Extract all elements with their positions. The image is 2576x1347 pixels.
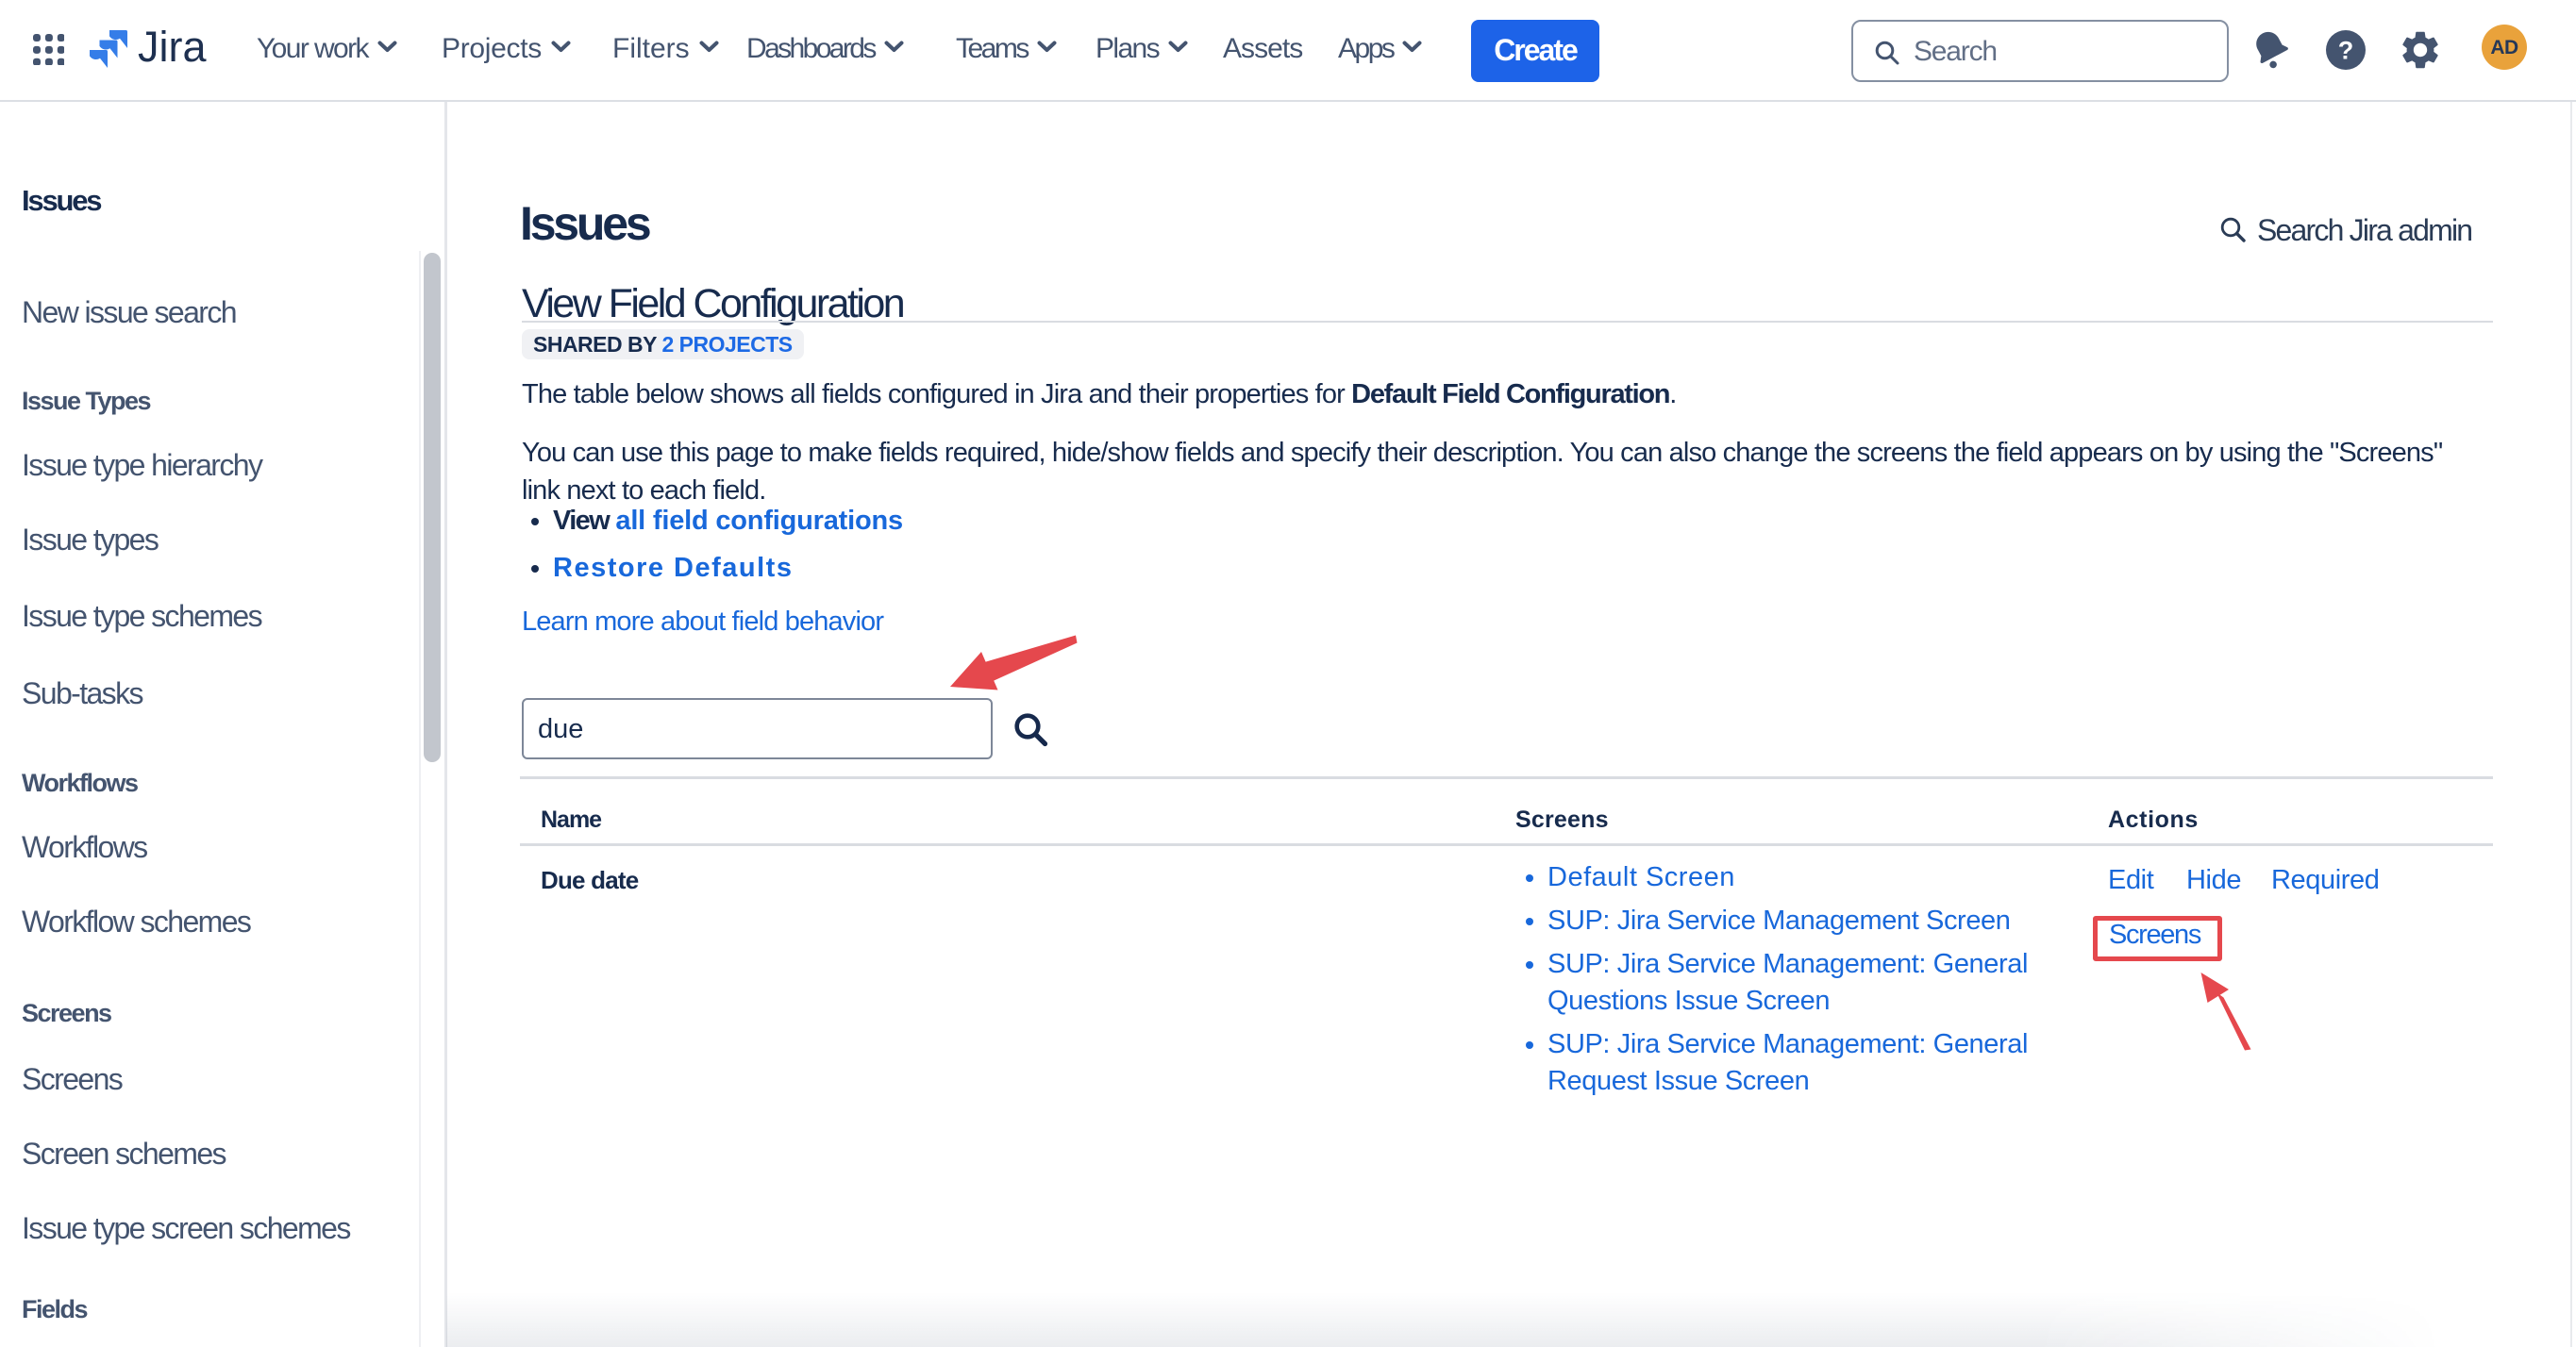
svg-text:?: ? (2338, 37, 2354, 65)
